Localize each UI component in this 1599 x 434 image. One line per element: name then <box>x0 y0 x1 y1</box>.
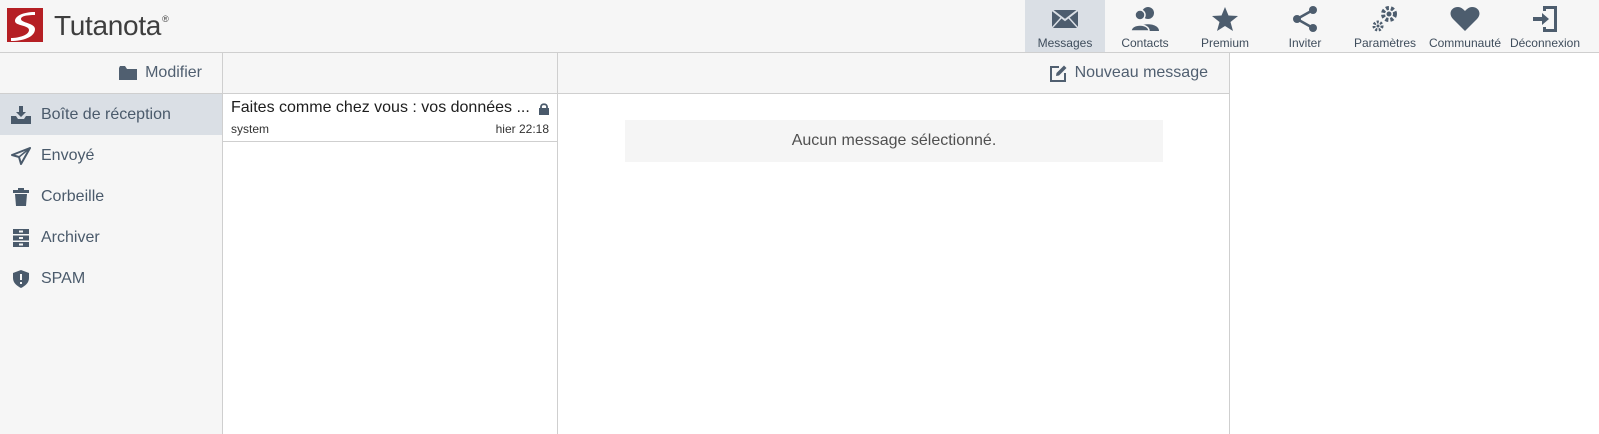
nav-label: Inviter <box>1288 36 1322 50</box>
nav-label: Communauté <box>1428 36 1502 50</box>
sidebar-item-sent[interactable]: Envoyé <box>0 135 222 176</box>
new-message-button[interactable]: Nouveau message <box>558 53 1229 94</box>
nav-label: Premium <box>1200 36 1249 50</box>
nav-logout[interactable]: Déconnexion <box>1505 0 1585 52</box>
star-icon <box>1210 5 1240 33</box>
folder-label: Envoyé <box>41 146 95 164</box>
edit-label: Modifier <box>145 64 202 81</box>
new-message-label: Nouveau message <box>1074 64 1208 81</box>
folder-icon <box>119 65 138 81</box>
shield-icon <box>11 269 31 289</box>
mail-viewer: Nouveau message Aucun message sélectionn… <box>558 53 1230 434</box>
brand-name: Tutanota® <box>54 10 169 42</box>
sidebar-item-spam[interactable]: SPAM <box>0 258 222 299</box>
no-message-selected: Aucun message sélectionné. <box>625 120 1163 162</box>
gear-icon <box>1370 5 1400 33</box>
envelope-icon <box>1050 5 1080 33</box>
app-header: Tutanota® Messages Contacts Premium Invi… <box>0 0 1599 53</box>
trash-icon <box>11 187 31 207</box>
nav-contacts[interactable]: Contacts <box>1105 0 1185 52</box>
heart-icon <box>1450 5 1480 33</box>
folder-label: Boîte de réception <box>41 105 171 123</box>
nav-settings[interactable]: Paramètres <box>1345 0 1425 52</box>
inbox-icon <box>11 105 31 125</box>
mail-meta: system hier 22:18 <box>231 122 549 136</box>
folder-label: Archiver <box>41 228 100 246</box>
folder-sidebar: Modifier Boîte de réception Envoyé Corbe… <box>0 53 223 434</box>
nav-label: Contacts <box>1121 36 1169 50</box>
nav-messages[interactable]: Messages <box>1025 0 1105 52</box>
nav-label: Déconnexion <box>1509 36 1581 50</box>
nav-label: Messages <box>1037 36 1093 50</box>
brand-text: Tutanota <box>54 10 162 41</box>
mail-list: Faites comme chez vous : vos données ...… <box>223 53 558 434</box>
mail-subject: Faites comme chez vous : vos données ... <box>231 99 530 116</box>
nav-premium[interactable]: Premium <box>1185 0 1265 52</box>
logout-icon <box>1530 5 1560 33</box>
edit-folders-button[interactable]: Modifier <box>0 53 222 94</box>
tutanota-logo-icon <box>7 8 43 42</box>
contacts-icon <box>1130 5 1160 33</box>
main-nav: Messages Contacts Premium Inviter Paramè… <box>1025 0 1585 52</box>
sidebar-item-archive[interactable]: Archiver <box>0 217 222 258</box>
mail-list-item[interactable]: Faites comme chez vous : vos données ...… <box>223 94 557 142</box>
brand-registered-mark: ® <box>162 14 169 24</box>
share-icon <box>1290 5 1320 33</box>
nav-label: Paramètres <box>1353 36 1417 50</box>
lock-icon <box>539 102 549 120</box>
folder-label: Corbeille <box>41 187 105 205</box>
mail-list-header <box>223 53 557 94</box>
folder-label: SPAM <box>41 269 86 287</box>
sidebar-item-trash[interactable]: Corbeille <box>0 176 222 217</box>
nav-invite[interactable]: Inviter <box>1265 0 1345 52</box>
nav-community[interactable]: Communauté <box>1425 0 1505 52</box>
mail-sender: system <box>231 122 270 136</box>
mail-time: hier 22:18 <box>495 122 549 136</box>
paper-plane-icon <box>11 146 31 166</box>
sidebar-item-inbox[interactable]: Boîte de réception <box>0 94 222 135</box>
archive-icon <box>11 228 31 248</box>
compose-icon <box>1049 65 1067 82</box>
